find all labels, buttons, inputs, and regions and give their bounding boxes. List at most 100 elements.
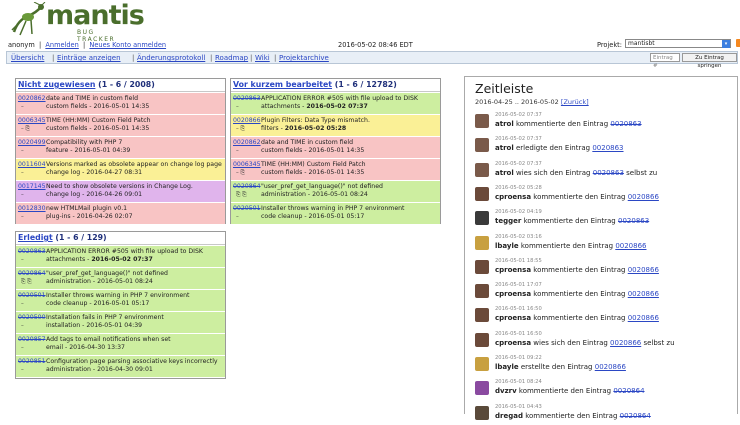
login-link[interactable]: Anmelden — [45, 41, 78, 49]
issue-status-icons: – ⎘ — [236, 170, 245, 176]
event-user: atrol — [495, 120, 514, 128]
event-issue-link[interactable]: 0020864 — [620, 412, 651, 420]
issue-status-icons: – — [236, 104, 239, 110]
event-timestamp: 2016-05-02 07:37 — [495, 160, 542, 167]
issue-category-date: administration - 2016-05-01 08:24 — [46, 278, 153, 285]
issue-status-icons: – — [21, 257, 24, 263]
event-action: kommentierte den Eintrag — [520, 241, 614, 250]
issue-row: 0011604 – Versions marked as obsolete appe… — [16, 158, 225, 180]
issue-category-date: attachments - — [46, 256, 92, 263]
avatar — [475, 114, 489, 128]
issue-status-icons: – — [21, 170, 24, 176]
main-menu: Übersicht | Einträge anzeigen | Änderung… — [6, 51, 738, 69]
timeline-event: 2016-05-02 05:28 cproensa kommentierte de… — [475, 184, 735, 206]
issue-id-link[interactable]: 0020862 — [18, 95, 46, 102]
issue-category-date: email - 2016-04-30 13:37 — [46, 344, 125, 351]
issue-row: 0020864 ⎘ ⎘ "user_pref_get_language()" not… — [16, 267, 225, 289]
unassigned-count: (1 - 6 / 2008) — [98, 80, 155, 89]
menu-item-wiki[interactable]: Wiki — [255, 54, 270, 62]
event-message: lbayle erstellte den Eintrag 0020866 — [495, 363, 626, 371]
avatar — [475, 162, 489, 177]
issue-detail: email - 2016-04-30 13:37 — [46, 344, 125, 351]
user-info: anonym | Anmelden | Neues Konto anmelden — [8, 41, 167, 49]
jump-issue-input[interactable]: Eintrag # — [650, 53, 680, 69]
issue-category-date: custom fields - 2016-05-01 14:35 — [46, 125, 150, 132]
menu-item-changelog[interactable]: Änderungsprotokoll — [137, 54, 205, 62]
issue-status-icons: ⎘ ⎘ — [236, 192, 247, 198]
avatar — [475, 138, 489, 153]
issue-summary: Plugin Filters: Data Type mismatch. — [261, 117, 370, 124]
issue-detail: attachments - 2016-05-02 07:37 — [46, 256, 153, 263]
issue-id-link[interactable]: 0020863 — [18, 248, 46, 255]
issue-id-link[interactable]: 0012830 — [18, 205, 46, 212]
issue-detail: plug-ins - 2016-04-26 02:07 — [46, 213, 133, 220]
issue-id-link[interactable]: 0020864 — [18, 270, 46, 277]
issue-id-link[interactable]: 0020500 — [18, 314, 46, 321]
issue-row: 0020863 – APPLICATION ERROR #505 with file… — [231, 92, 440, 114]
issue-summary: "user_pref_get_language()" not defined — [46, 270, 168, 277]
issue-id-link[interactable]: 0017145 — [18, 183, 46, 190]
issue-id-link[interactable]: 0011604 — [18, 161, 46, 168]
logo-text: mantis — [46, 0, 145, 31]
issue-row: 0020862 – date and TIME in custom field cus… — [16, 92, 225, 114]
event-issue-link[interactable]: 0020866 — [628, 266, 659, 274]
issue-category-date: filters - — [261, 125, 285, 132]
issue-id-link[interactable]: 0020862 — [233, 139, 261, 146]
current-datetime: 2016-05-02 08:46 EDT — [338, 41, 413, 49]
issue-category-date: attachments - — [261, 103, 307, 110]
issue-id-link[interactable]: 0006345 — [233, 161, 261, 168]
event-issue-link[interactable]: 0020864 — [613, 387, 644, 395]
event-issue-link[interactable]: 0020866 — [628, 290, 659, 298]
mantis-logo[interactable]: mantis BUG TRACKER — [6, 2, 145, 43]
timeline-event: 2016-05-01 17:07 cproensa kommentierte de… — [475, 281, 735, 303]
event-timestamp: 2016-05-02 07:37 — [495, 136, 542, 143]
issue-id-link[interactable]: 0020501 — [233, 205, 261, 212]
menu-item-view-issues[interactable]: Einträge anzeigen — [57, 54, 121, 62]
signup-link[interactable]: Neues Konto anmelden — [89, 41, 166, 49]
issue-id-link[interactable]: 0020866 — [233, 117, 261, 124]
issue-id-link[interactable]: 0020857 — [18, 336, 46, 343]
issue-summary: new HTMLMail plugin v0.1 — [46, 205, 128, 212]
issue-id-link[interactable]: 0020499 — [18, 139, 46, 146]
event-issue-link[interactable]: 0020866 — [628, 314, 659, 322]
issue-id-link[interactable]: 0006345 — [18, 117, 46, 124]
event-issue-link[interactable]: 0020863 — [618, 217, 649, 225]
event-issue-link[interactable]: 0020863 — [592, 144, 623, 152]
resolved-title-link[interactable]: Erledigt — [18, 233, 53, 242]
issue-row: 0020851 – Configuration page parsing assoc… — [16, 355, 225, 377]
event-action: kommentierte den Eintrag — [518, 387, 612, 396]
timeline-back-link[interactable]: [Zurück] — [561, 98, 589, 106]
rss-icon[interactable] — [736, 39, 740, 47]
issue-id-link[interactable]: 0020863 — [233, 95, 261, 102]
jump-issue-button[interactable]: Zu Eintrag springen — [682, 53, 737, 69]
menu-item-repositories[interactable]: Projektarchive — [279, 54, 329, 62]
issue-category-date: feature - 2016-05-01 04:39 — [46, 147, 131, 154]
event-action: kommentierte den Eintrag — [533, 290, 626, 299]
event-issue-link[interactable]: 0020866 — [595, 363, 626, 371]
menu-item-roadmap[interactable]: Roadmap — [215, 54, 248, 62]
event-timestamp: 2016-05-01 16:50 — [495, 306, 542, 313]
issue-id-link[interactable]: 0020864 — [233, 183, 261, 190]
event-issue-link[interactable]: 0020866 — [615, 242, 646, 250]
issue-updated-date: 2016-05-02 05:28 — [284, 125, 347, 132]
unassigned-title-link[interactable]: Nicht zugewiesen — [18, 80, 95, 89]
chevron-down-icon: ▾ — [722, 40, 730, 48]
event-action: kommentierte den Eintrag — [523, 217, 616, 226]
event-issue-link[interactable]: 0020866 — [628, 193, 659, 201]
issue-id-link[interactable]: 0020851 — [18, 358, 46, 365]
mantis-bug-icon — [11, 2, 46, 36]
avatar — [475, 259, 489, 274]
event-timestamp: 2016-05-02 03:16 — [495, 233, 542, 240]
project-select[interactable]: mantisbt ▾ — [625, 39, 731, 48]
recent-title-link[interactable]: Vor kurzem bearbeitet — [233, 80, 332, 89]
event-timestamp: 2016-05-01 17:07 — [495, 282, 542, 289]
event-issue-link[interactable]: 0020863 — [610, 120, 641, 128]
event-suffix: selbst zu — [626, 168, 658, 177]
issue-detail: custom fields - 2016-05-01 14:35 — [261, 169, 364, 176]
menu-item-overview[interactable]: Übersicht — [11, 54, 44, 62]
issue-row: 0020500 – Installation fails in PHP 7 envi… — [16, 311, 225, 333]
event-issue-link[interactable]: 0020863 — [593, 169, 624, 177]
issue-row: 0020862 – date and TIME in custom field cus… — [231, 136, 440, 158]
issue-id-link[interactable]: 0020501 — [18, 292, 46, 299]
event-issue-link[interactable]: 0020866 — [610, 339, 641, 347]
